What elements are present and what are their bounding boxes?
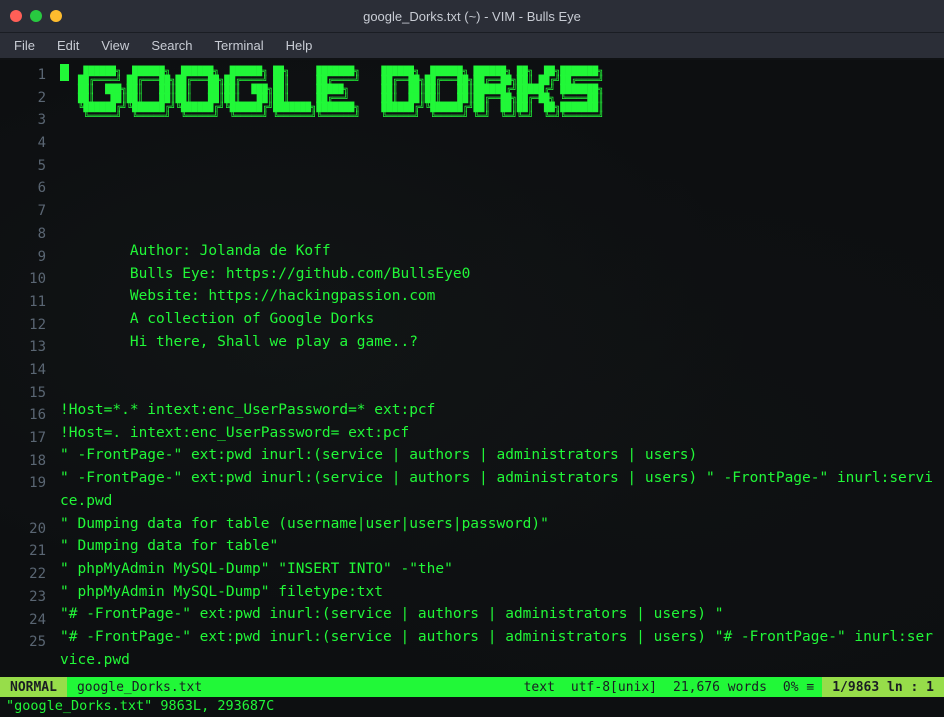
greeting-line: Hi there, Shall we play a game..?	[60, 331, 470, 354]
menu-edit[interactable]: Edit	[57, 38, 79, 53]
line-number: 4	[0, 132, 46, 155]
dork-line: " Dumping data for table"	[60, 535, 938, 558]
line-number: 2	[0, 87, 46, 110]
line-number: 23	[0, 586, 46, 609]
line-number: 21	[0, 540, 46, 563]
dork-line: !Host=*.* intext:enc_UserPassword=* ext:…	[60, 399, 938, 422]
dork-line: " Dumping data for table (username|user|…	[60, 513, 938, 536]
line-number: 11	[0, 291, 46, 314]
line-number: 13	[0, 336, 46, 359]
line-number: 10	[0, 268, 46, 291]
line-number: 5	[0, 155, 46, 178]
dork-line: " -FrontPage-" ext:pwd inurl:(service | …	[60, 444, 938, 467]
line-number: 12	[0, 314, 46, 337]
line-number: 6	[0, 177, 46, 200]
ln-label: ln	[887, 680, 903, 695]
wordcount-label: 21,676 words	[665, 680, 775, 695]
cmdline-text: "google_Dorks.txt" 9863L, 293687C	[6, 698, 274, 714]
ascii-banner: ██████╗ ██████╗ ██████╗ ██████╗ ██╗ ████…	[78, 68, 604, 122]
line-number: 17	[0, 427, 46, 450]
line-number: 1	[0, 64, 46, 87]
line-number: 8	[0, 223, 46, 246]
line-number: 15	[0, 382, 46, 405]
filetype-label: text	[516, 680, 563, 695]
percent-label: 0% ≡	[775, 680, 822, 695]
maximize-icon[interactable]	[50, 10, 62, 22]
close-icon[interactable]	[10, 10, 22, 22]
line-number: 16	[0, 404, 46, 427]
line-total-label: 1/9863	[832, 680, 879, 695]
editor[interactable]: 1 2 3 4 5 6 7 8 9 10 11 12 13 14 15 16 1…	[0, 58, 944, 717]
dorks-content: !Host=*.* intext:enc_UserPassword=* ext:…	[60, 399, 938, 671]
line-number: 19	[0, 472, 46, 495]
statusbar: NORMAL google_Dorks.txt text utf-8[unix]…	[0, 677, 944, 697]
col-label: : 1	[911, 680, 934, 695]
menu-view[interactable]: View	[101, 38, 129, 53]
command-line[interactable]: "google_Dorks.txt" 9863L, 293687C	[0, 697, 944, 717]
info-block: Author: Jolanda de Koff Bulls Eye: https…	[60, 240, 470, 354]
dork-line: " -FrontPage-" ext:pwd inurl:(service | …	[60, 467, 938, 512]
description-line: A collection of Google Dorks	[60, 308, 470, 331]
menubar: File Edit View Search Terminal Help	[0, 32, 944, 58]
dork-line: !Host=. intext:enc_UserPassword= ext:pcf	[60, 422, 938, 445]
window-title: google_Dorks.txt (~) - VIM - Bulls Eye	[363, 9, 581, 24]
menu-help[interactable]: Help	[286, 38, 313, 53]
menu-file[interactable]: File	[14, 38, 35, 53]
line-number	[0, 654, 46, 677]
line-number: 9	[0, 246, 46, 269]
line-number: 22	[0, 563, 46, 586]
line-number: 24	[0, 609, 46, 632]
dork-line: " phpMyAdmin MySQL-Dump" filetype:txt	[60, 581, 938, 604]
menu-terminal[interactable]: Terminal	[215, 38, 264, 53]
line-number: 25	[0, 631, 46, 654]
mode-indicator: NORMAL	[0, 677, 67, 697]
filename-label: google_Dorks.txt	[67, 680, 212, 695]
line-number	[0, 495, 46, 518]
window-controls	[10, 10, 62, 22]
author-line: Author: Jolanda de Koff	[60, 240, 470, 263]
line-number-gutter: 1 2 3 4 5 6 7 8 9 10 11 12 13 14 15 16 1…	[0, 58, 54, 675]
bullseye-line: Bulls Eye: https://github.com/BullsEye0	[60, 263, 470, 286]
dork-line: "# -FrontPage-" ext:pwd inurl:(service |…	[60, 603, 938, 626]
dork-line: " phpMyAdmin MySQL-Dump" "INSERT INTO" -…	[60, 558, 938, 581]
menu-search[interactable]: Search	[151, 38, 192, 53]
titlebar: google_Dorks.txt (~) - VIM - Bulls Eye	[0, 0, 944, 32]
dork-line: "# -FrontPage-" ext:pwd inurl:(service |…	[60, 626, 938, 671]
encoding-label: utf-8[unix]	[563, 680, 665, 695]
line-number: 7	[0, 200, 46, 223]
website-line: Website: https://hackingpassion.com	[60, 285, 470, 308]
cursor-icon	[60, 64, 69, 81]
line-number: 18	[0, 450, 46, 473]
line-number: 14	[0, 359, 46, 382]
minimize-icon[interactable]	[30, 10, 42, 22]
line-number: 20	[0, 518, 46, 541]
line-number: 3	[0, 109, 46, 132]
